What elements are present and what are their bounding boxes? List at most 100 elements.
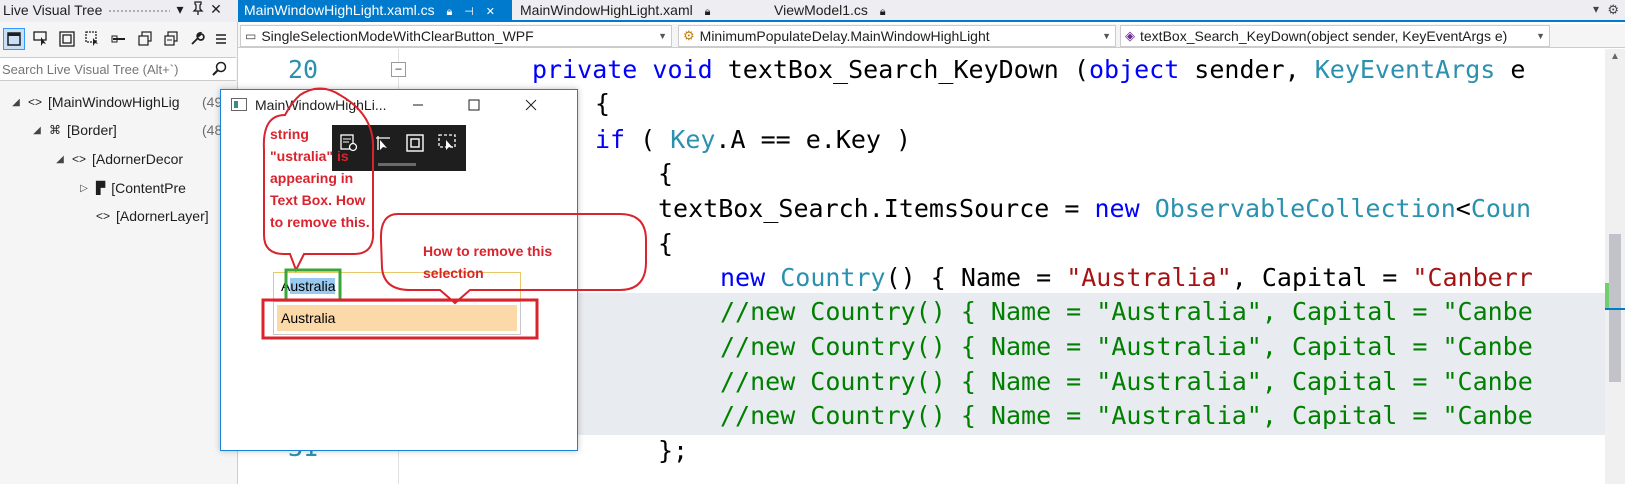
vertical-scrollbar[interactable]: ▲	[1605, 49, 1625, 484]
code-token: <	[1455, 194, 1471, 223]
close-tab-icon[interactable]: ✕	[486, 6, 495, 18]
tab-mainwindow-xaml[interactable]: MainWindowHighLight.xaml 🔒︎	[514, 0, 744, 20]
tree-node-label: [AdornerDecor	[92, 151, 184, 167]
textbox-text: Australia	[281, 278, 336, 294]
wrench-icon[interactable]	[186, 28, 208, 50]
border-icon: ⌘	[49, 123, 61, 137]
class-dropdown[interactable]: ⚙ MinimumPopulateDelay.MainWindowHighLig…	[678, 25, 1116, 47]
code-line: //new Country() { Name = "Australia", Ca…	[720, 365, 1533, 399]
tree-node[interactable]: ◢ <> [AdornerDecor	[54, 148, 183, 170]
code-line: {	[658, 157, 673, 191]
wpf-window-title: MainWindowHighLi...	[255, 97, 387, 113]
track-focus-icon[interactable]	[434, 130, 460, 156]
suggestion-dropdown: Australia	[273, 301, 521, 335]
project-dropdown[interactable]: ▭ SingleSelectionModeWithClearButton_WPF…	[240, 25, 672, 47]
code-token: e	[1495, 55, 1526, 84]
method-icon: ◈	[1125, 28, 1135, 43]
chevron-down-icon: ▼	[1536, 31, 1545, 41]
code-token: Key	[670, 125, 716, 154]
lock-icon: 🔒︎	[704, 6, 711, 18]
select-element-icon[interactable]	[370, 130, 396, 156]
pin-icon[interactable]	[190, 1, 206, 18]
tree-node[interactable]: ◢ <> [MainWindowHighLig (49	[10, 91, 222, 113]
lvt-toolbar	[0, 24, 238, 54]
tree-node[interactable]: ◢ ⌘ [Border] (48	[31, 119, 222, 141]
tab-list-dropdown-icon[interactable]: ▾	[1593, 2, 1599, 16]
search-icon[interactable]	[212, 61, 228, 82]
code-token: Country	[780, 263, 886, 292]
window-icon	[231, 98, 247, 111]
suggestion-item[interactable]: Australia	[277, 305, 517, 331]
code-token: , Capital =	[1231, 263, 1413, 292]
tree-node[interactable]: <> [AdornerLayer]	[96, 205, 209, 227]
code-token: ObservableCollection	[1154, 194, 1456, 223]
member-dropdown[interactable]: ◈ textBox_Search_KeyDown(object sender, …	[1120, 25, 1550, 47]
tree-node-label: [ContentPre	[111, 180, 186, 196]
code-token: {	[658, 159, 674, 188]
live-visual-tree-panel: Live Visual Tree ▾ ✕ Search Live Visual …	[0, 0, 238, 484]
close-button[interactable]	[508, 90, 554, 120]
scroll-up-icon[interactable]: ▲	[1610, 51, 1620, 62]
maximize-button[interactable]	[451, 90, 497, 120]
toolbar-drag-handle[interactable]	[378, 163, 416, 166]
expanded-arrow-icon[interactable]: ◢	[10, 97, 22, 108]
tab-mainwindow-xaml-cs[interactable]: MainWindowHighLight.xaml.cs 🔒︎ ⊣ ✕	[238, 0, 512, 20]
code-token: () { Name =	[885, 263, 1067, 292]
collapse-all-icon[interactable]	[160, 28, 182, 50]
options-icon[interactable]	[210, 28, 232, 50]
code-line: private void textBox_Search_KeyDown (obj…	[532, 53, 1525, 87]
select-element-icon[interactable]	[30, 28, 52, 50]
display-adorners-icon[interactable]	[402, 130, 428, 156]
line-number: 20	[288, 55, 319, 84]
wpf-title-bar[interactable]: MainWindowHighLi...	[221, 90, 577, 120]
member-name: textBox_Search_KeyDown(object sender, Ke…	[1140, 28, 1508, 44]
code-token: "Canberr	[1412, 263, 1533, 292]
annotation-note-selection: How to remove this selection	[423, 243, 553, 281]
code-token: Coun	[1470, 194, 1532, 223]
collapsed-arrow-icon[interactable]: ▷	[78, 183, 90, 194]
minimize-button[interactable]	[395, 90, 441, 120]
code-token: };	[658, 436, 689, 465]
code-token: void	[652, 55, 713, 84]
chevron-down-icon: ▼	[1102, 31, 1111, 41]
dropdown-icon[interactable]: ▾	[172, 1, 188, 18]
tree-node[interactable]: ▷ ▛ [ContentPre	[78, 177, 186, 199]
tree-select-icon[interactable]	[3, 28, 25, 50]
code-token: {	[658, 229, 674, 258]
screenshot-root: Live Visual Tree ▾ ✕ Search Live Visual …	[0, 0, 1625, 484]
class-name: MinimumPopulateDelay.MainWindowHighLight	[699, 28, 990, 44]
pin-icon[interactable]: ⊣	[464, 6, 474, 18]
expand-all-icon[interactable]	[134, 28, 156, 50]
project-name: SingleSelectionModeWithClearButton_WPF	[261, 28, 534, 44]
lvt-title-bar: Live Visual Tree ▾ ✕	[0, 0, 238, 22]
lvt-search-box	[0, 57, 236, 81]
gear-icon[interactable]: ⚙	[1607, 2, 1619, 18]
code-token: textBox_Search.ItemsSource =	[658, 194, 1095, 223]
annotation-note-text-box: string "ustralia" is appearing in Text B…	[270, 126, 370, 230]
track-focus-icon[interactable]	[82, 28, 104, 50]
close-icon[interactable]: ✕	[208, 1, 224, 18]
code-line: {	[595, 87, 610, 121]
code-token: new	[1094, 194, 1140, 223]
collapse-icon[interactable]	[108, 28, 130, 50]
collapse-region-icon[interactable]: −	[391, 62, 406, 77]
tab-viewmodel1-cs[interactable]: ViewModel1.cs 🔒︎	[768, 0, 928, 20]
code-token: {	[595, 89, 611, 118]
tab-label: ViewModel1.cs	[774, 2, 868, 18]
display-adorners-icon[interactable]	[56, 28, 78, 50]
expanded-arrow-icon[interactable]: ◢	[31, 125, 43, 136]
search-input[interactable]	[2, 60, 212, 79]
code-token: .A == e.Key )	[715, 125, 912, 154]
expanded-arrow-icon[interactable]: ◢	[54, 154, 66, 165]
drag-grip[interactable]	[108, 9, 170, 14]
code-line: };	[658, 434, 688, 468]
code-token: KeyEventArgs	[1314, 55, 1496, 84]
code-token: new	[720, 263, 766, 292]
tree-node-label: [Border]	[67, 122, 117, 138]
code-token: //new Country() { Name = "Australia", Ca…	[720, 332, 1533, 361]
chevron-down-icon: ▼	[658, 31, 667, 41]
change-marker	[1605, 283, 1609, 309]
